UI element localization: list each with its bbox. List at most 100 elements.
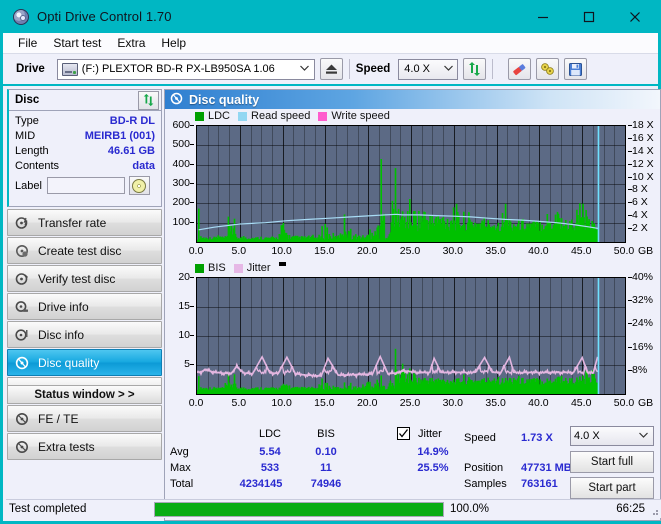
maximize-icon[interactable] — [566, 0, 612, 33]
disc-row-value: BD-R DL — [109, 114, 155, 127]
minimize-icon[interactable] — [520, 0, 566, 33]
title-bar: Opti Drive Control 1.70 — [3, 0, 658, 33]
disc-row-value: 46.61 GB — [107, 144, 155, 157]
legend-swatch-read-speed — [238, 111, 248, 121]
y-tick-mark — [190, 125, 194, 126]
sidebar-item-transfer-rate[interactable]: Transfer rate — [7, 209, 162, 236]
y-tick-label: 10 — [178, 329, 190, 341]
disc-properties: Type BD-R DL MID MEIRB1 (001) Length 46.… — [9, 111, 161, 195]
sidebar-item-disc-quality[interactable]: Disc quality — [7, 349, 162, 376]
disc-label-key: Label — [15, 179, 42, 192]
sidebar-item-disc-info[interactable]: Disc info — [7, 321, 162, 348]
y-tick-label: 20 — [178, 271, 190, 283]
stats-max-bis: 11 — [320, 462, 332, 474]
legend-marker-icon — [278, 262, 286, 266]
menu-start-test[interactable]: Start test — [45, 34, 109, 52]
tools-button[interactable] — [536, 58, 560, 80]
ldc-x-axis: 0.0 5.0 10.0 15.0 20.0 25.0 30.0 35.0 40.0 45.0 50… — [165, 244, 660, 260]
y2-tick-label: 6 X — [632, 196, 648, 209]
stats-avg-bis: 0.10 — [315, 446, 337, 458]
legend-swatch-write-speed — [318, 111, 328, 121]
y-tick-mark — [190, 163, 194, 165]
jitter-checkbox[interactable] — [397, 427, 410, 440]
disc-row-key: MID — [15, 129, 36, 142]
legend-label-ldc: LDC — [208, 110, 231, 122]
position-stat-value: 47731 MB — [521, 462, 572, 474]
sidebar-item-create-test-disc[interactable]: Create test disc — [7, 237, 162, 264]
disc-refresh-button[interactable] — [138, 90, 159, 110]
erase-button[interactable] — [508, 58, 532, 80]
bis-plot-area[interactable] — [196, 277, 626, 395]
test-speed-value: 4.0 X — [574, 430, 600, 442]
disc-create-icon — [15, 244, 29, 258]
y-tick-label: 15 — [178, 300, 190, 312]
disc-fete-icon — [15, 412, 29, 426]
y2-tick-label: 18 X — [632, 119, 654, 131]
app-disc-icon — [13, 8, 29, 25]
x-tick-label: 50.0 — [613, 245, 635, 257]
stats-row-max-label: Max — [170, 462, 191, 474]
legend-label-jitter: Jitter — [246, 262, 271, 274]
disc-transfer-icon — [15, 216, 29, 230]
menu-extra[interactable]: Extra — [109, 34, 153, 52]
test-speed-select[interactable]: 4.0 X — [570, 426, 654, 446]
y2-tick-mark — [628, 277, 632, 278]
sidebar-item-verify-test-disc[interactable]: Verify test disc — [7, 265, 162, 292]
bis-y-axis: 5 10 15 20 — [165, 271, 194, 395]
disc-quality-icon — [170, 92, 183, 108]
sidebar-item-fe-te[interactable]: FE / TE — [7, 405, 162, 432]
x-tick-label: 15.0 — [314, 397, 335, 409]
drive-select-value: (F:) PLEXTOR BD-R PX-LB950SA 1.06 — [81, 63, 275, 75]
eject-button[interactable] — [319, 58, 343, 80]
y-tick-mark — [190, 277, 194, 278]
close-icon[interactable] — [612, 0, 658, 33]
disc-label-input[interactable] — [46, 177, 125, 194]
status-bar: Test completed 100.0% 66:25 — [6, 499, 661, 518]
disc-label-button[interactable] — [128, 176, 150, 195]
x-tick-label: 25.0 — [399, 245, 421, 257]
drive-toolbar: Drive (F:) PLEXTOR BD-R PX-LB950SA 1.06 … — [3, 54, 658, 86]
start-part-button[interactable]: Start part — [570, 477, 654, 499]
app-window: Opti Drive Control 1.70 File Start test … — [0, 0, 661, 524]
disc-info-icon — [15, 328, 29, 342]
refresh-button[interactable] — [463, 58, 487, 80]
ldc-plot-area[interactable] — [196, 125, 626, 243]
speed-stat-value: 1.73 X — [521, 432, 553, 444]
y-tick-label: 500 — [172, 138, 190, 151]
y2-tick-mark — [628, 202, 632, 204]
legend-label-write-speed: Write speed — [331, 110, 390, 122]
menu-file[interactable]: File — [10, 34, 45, 52]
x-tick-label: 40.0 — [528, 245, 549, 257]
speed-select[interactable]: 4.0 X — [398, 58, 459, 80]
save-button[interactable] — [564, 58, 588, 80]
main-header: Disc quality — [165, 90, 660, 109]
drive-select[interactable]: (F:) PLEXTOR BD-R PX-LB950SA 1.06 — [56, 58, 315, 80]
status-window-button[interactable]: Status window > > — [7, 385, 162, 404]
disc-panel: Disc Type BD-R DL MID MEIRB1 (001) Lengt… — [7, 89, 162, 207]
y2-tick-mark — [628, 163, 632, 165]
sidebar-item-label: Disc info — [38, 327, 85, 342]
sidebar: Disc Type BD-R DL MID MEIRB1 (001) Lengt… — [6, 89, 163, 521]
start-full-button[interactable]: Start full — [570, 451, 654, 473]
x-tick-label: 40.0 — [528, 397, 549, 409]
x-tick-label: 50.0 — [613, 397, 635, 409]
menu-bar: File Start test Extra Help — [3, 33, 658, 54]
x-tick-label: 0.0 — [188, 245, 204, 257]
samples-stat-value: 763161 — [521, 478, 558, 490]
x-tick-label: 35.0 — [485, 397, 506, 409]
content-area: Disc Type BD-R DL MID MEIRB1 (001) Lengt… — [6, 89, 661, 521]
resize-grip-icon[interactable] — [649, 506, 659, 516]
sidebar-item-label: FE / TE — [38, 411, 79, 426]
progress-percent: 100.0% — [450, 503, 490, 515]
sidebar-item-extra-tests[interactable]: Extra tests — [7, 433, 162, 460]
elapsed-time: 66:25 — [616, 503, 645, 515]
speed-label: Speed — [355, 63, 391, 75]
y-tick-label: 400 — [172, 157, 190, 170]
y2-tick-label: 10 X — [632, 170, 654, 183]
stats-col-bis: BIS — [317, 428, 335, 440]
sidebar-item-drive-info[interactable]: Drive info — [7, 293, 162, 320]
stats-col-ldc: LDC — [258, 428, 281, 440]
menu-help[interactable]: Help — [153, 34, 194, 52]
y2-tick-label: 16% — [632, 340, 654, 353]
x-axis-unit-label: GB — [638, 245, 654, 257]
